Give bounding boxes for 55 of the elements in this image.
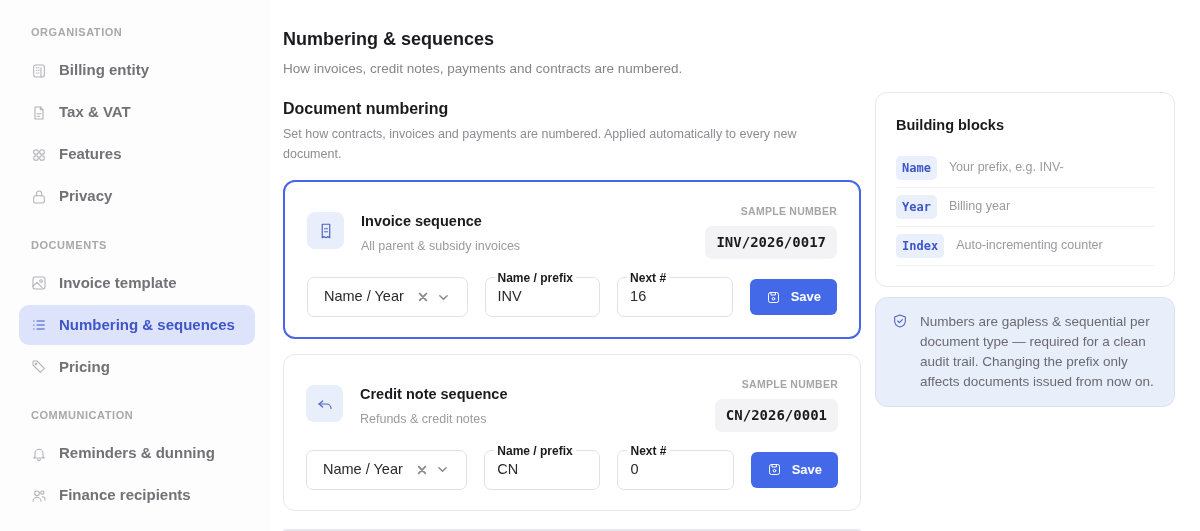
- note-text: Numbers are gapless & sequential per document type — required for a clean audit trail. Changing the prefix only affects documents issued from now on.: [920, 312, 1155, 391]
- list-icon: [31, 317, 47, 333]
- token-tag: Year: [896, 194, 937, 219]
- sample-label: SAMPLE NUMBER: [740, 204, 837, 220]
- sidebar-item[interactable]: Features: [19, 134, 255, 175]
- sidebar-item[interactable]: Numbering & sequences: [19, 305, 255, 345]
- sample-number: CN/2026/0001: [714, 398, 838, 432]
- grid-icon: [31, 146, 47, 163]
- building-icon: [31, 62, 47, 79]
- sidebar-item[interactable]: Privacy: [19, 176, 255, 217]
- clear-icon[interactable]: [417, 292, 428, 302]
- save-button[interactable]: Save: [749, 279, 837, 315]
- users-icon: [31, 487, 47, 504]
- sidebar-item[interactable]: Tax & VAT: [19, 92, 255, 133]
- sidebar-item[interactable]: Finance recipients: [19, 475, 255, 516]
- field-label: Name / prefix: [494, 271, 576, 285]
- section-title: Document numbering: [283, 99, 450, 120]
- field-label: Next #: [627, 271, 670, 285]
- sidebar-item[interactable]: Invoice template: [19, 263, 255, 303]
- card-subtitle: Refunds & credit notes: [360, 410, 488, 428]
- sequence-card[interactable]: Invoice sequence All parent & subsidy invoices SAMPLE NUMBER INV/2026/0017 Name / Year Name / prefix INV Next # 16 Save: [283, 180, 861, 339]
- format-dropdown[interactable]: Name / Year: [306, 449, 468, 490]
- sample-number: INV/2026/0017: [705, 226, 837, 259]
- section-description: Set how contracts, invoices and payments are numbered. Applied automatically to every new document.: [283, 126, 798, 164]
- sample-label: SAMPLE NUMBER: [741, 377, 838, 392]
- card-subtitle: All parent & subsidy invoices: [361, 238, 522, 255]
- token-tag: Name: [896, 155, 937, 180]
- sidebar-item[interactable]: Pricing: [19, 347, 255, 387]
- format-dropdown[interactable]: Name / Year: [307, 277, 468, 317]
- section-heading: ORGANISATION: [30, 25, 124, 40]
- field-label: Name / prefix: [494, 443, 576, 458]
- sequence-card[interactable]: Credit note sequence Refunds & credit notes SAMPLE NUMBER CN/2026/0001 Name / Year Name / prefix CN Next # 0 Save: [283, 354, 861, 511]
- section-heading: DOCUMENTS: [30, 237, 108, 253]
- save-button[interactable]: Save: [750, 451, 838, 488]
- token-description: Billing year: [948, 198, 1011, 216]
- page-title: Numbering & sequences: [283, 28, 496, 51]
- save-icon: [766, 462, 782, 478]
- clear-icon[interactable]: [417, 464, 428, 475]
- shield-check-icon: [892, 312, 908, 329]
- tag-icon: [31, 359, 47, 375]
- token-description: Auto-incrementing counter: [956, 237, 1103, 255]
- document-icon: [31, 104, 47, 121]
- card-title: Invoice sequence: [361, 212, 483, 232]
- token-tag: Index: [896, 233, 945, 258]
- save-icon: [765, 289, 781, 305]
- section-heading: COMMUNICATION: [30, 408, 135, 423]
- page-subtitle: How invoices, credit notes, payments and contracts are numbered.: [283, 60, 684, 78]
- lock-icon: [31, 188, 47, 205]
- card-title: Credit note sequence: [360, 385, 509, 404]
- sidebar-item[interactable]: Billing entity: [19, 50, 255, 91]
- token-description: Your prefix, e.g. INV-: [948, 159, 1064, 177]
- field-label: Next #: [627, 443, 670, 458]
- card-title: Building blocks: [896, 116, 1005, 135]
- image-icon: [31, 275, 47, 291]
- sidebar-item[interactable]: Reminders & dunning: [19, 433, 255, 474]
